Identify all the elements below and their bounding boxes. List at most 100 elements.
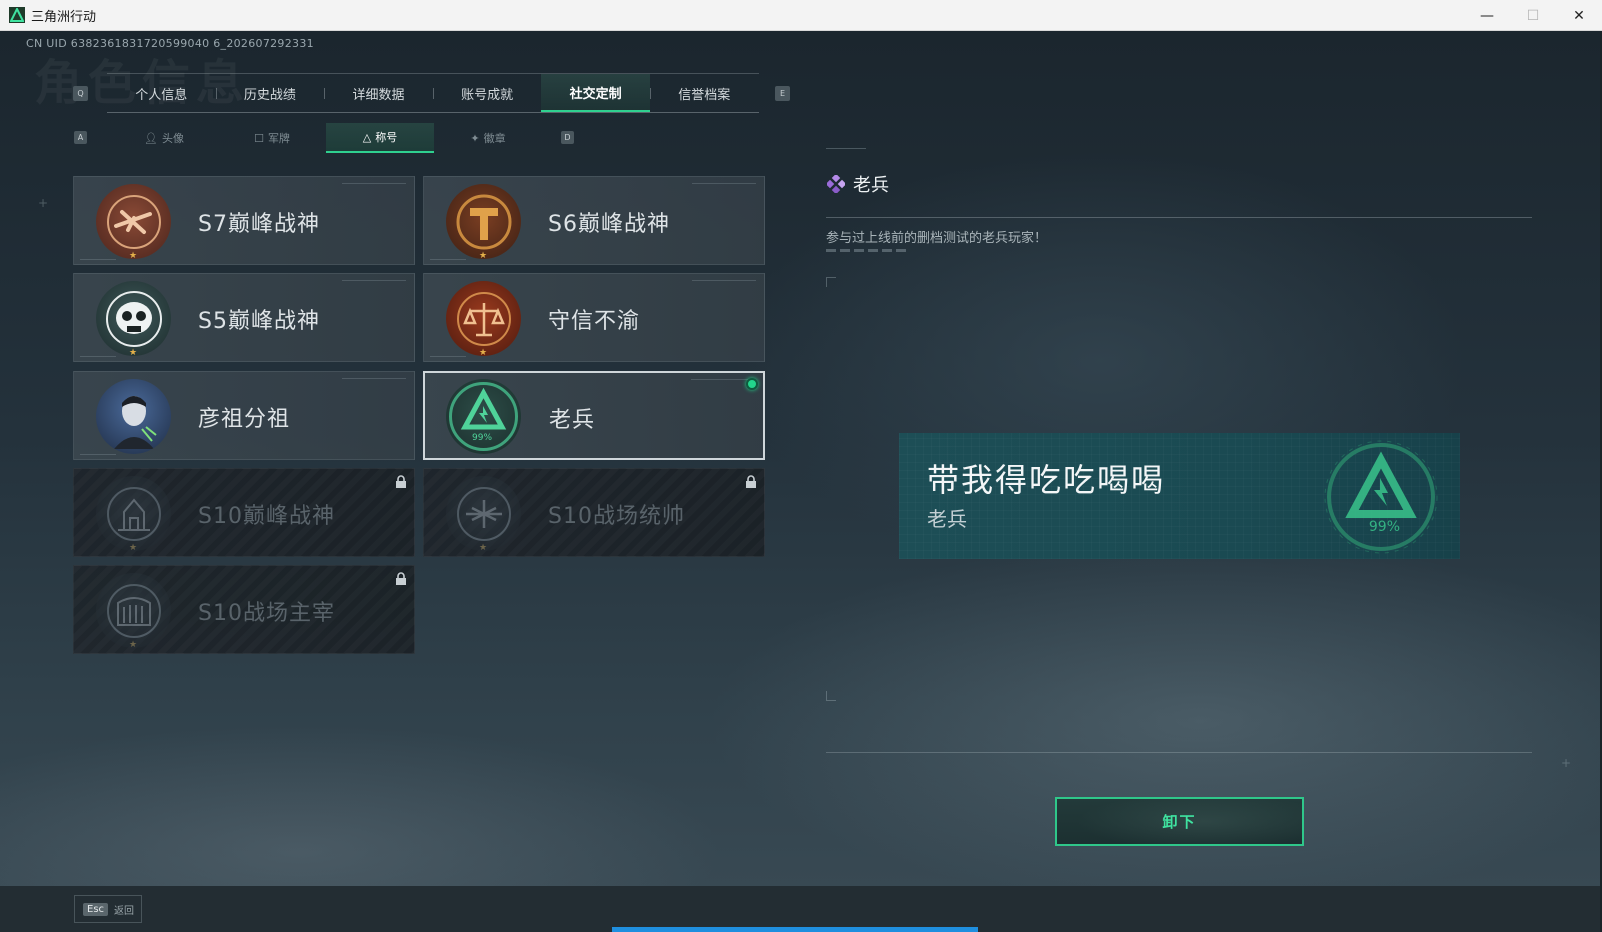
scales-badge-icon xyxy=(446,281,521,356)
subtab-dogtag-label: 军牌 xyxy=(267,132,290,145)
card-decoration xyxy=(342,280,406,286)
minimize-button[interactable]: — xyxy=(1464,0,1510,31)
aircraft-badge-icon xyxy=(446,476,521,551)
detail-divider xyxy=(826,217,1532,218)
next-tab-key-hint[interactable]: E xyxy=(775,86,790,101)
star-icon: ★ xyxy=(479,543,488,553)
footer-bar: Esc 返回 xyxy=(0,886,1602,932)
subtab-badge[interactable]: ✦ 徽章 xyxy=(434,123,542,153)
skull-badge-icon xyxy=(96,281,171,356)
preview-badge-percent: 99% xyxy=(1368,519,1400,535)
preview-title-label: 老兵 xyxy=(927,507,967,531)
app-logo-icon xyxy=(9,7,25,23)
detail-header-decoration xyxy=(826,148,866,151)
game-viewport: 角色信息 CN UID 6382361831720599040 6_202607… xyxy=(0,31,1602,932)
lock-icon xyxy=(396,475,406,488)
window-titlebar: 三角洲行动 — ☐ ✕ xyxy=(0,0,1602,31)
title-card-s6[interactable]: ★ S6巅峰战神 xyxy=(423,176,765,265)
subtab-avatar-label: 头像 xyxy=(161,132,184,145)
plus-marker: + xyxy=(1561,756,1572,770)
star-icon: ★ xyxy=(129,348,138,358)
uid-label: CN UID 6382361831720599040 6_20260729233… xyxy=(26,37,314,50)
subtab-avatar[interactable]: 👤︎ 头像 xyxy=(110,123,218,153)
back-button[interactable]: Esc 返回 xyxy=(74,895,142,923)
badge-icon: ✦ xyxy=(470,131,480,145)
title-card-label: S6巅峰战神 xyxy=(548,211,670,237)
star-icon: ★ xyxy=(129,251,138,261)
subtab-badge-label: 徽章 xyxy=(483,132,506,145)
rarity-gem-icon xyxy=(827,175,845,193)
star-icon: ★ xyxy=(479,251,488,261)
subtab-title[interactable]: △ 称号 xyxy=(326,123,434,153)
tab-reputation[interactable]: 信誉档案 xyxy=(649,74,759,112)
card-decoration xyxy=(430,354,466,357)
frame-corner xyxy=(826,277,836,287)
card-decoration xyxy=(692,183,756,189)
tab-social-customization[interactable]: 社交定制 xyxy=(541,74,650,112)
title-card-yanzu[interactable]: 彦祖分祖 xyxy=(73,371,415,460)
card-decoration xyxy=(342,183,406,189)
star-icon: ★ xyxy=(129,543,138,553)
card-decoration xyxy=(80,452,116,455)
subtab-dogtag[interactable]: ☐ 军牌 xyxy=(218,123,326,153)
maximize-button[interactable]: ☐ xyxy=(1510,0,1556,31)
title-card-s10-dominator[interactable]: ★ S10战场主宰 xyxy=(73,565,415,654)
window-controls: — ☐ ✕ xyxy=(1464,0,1602,31)
portrait-badge-icon xyxy=(96,379,171,454)
prev-subtab-key-hint[interactable]: A xyxy=(74,131,87,144)
title-card-label: S5巅峰战神 xyxy=(198,308,320,334)
window-title: 三角洲行动 xyxy=(31,9,97,25)
detail-title-row: 老兵 xyxy=(827,171,889,197)
title-card-s7[interactable]: ★ S7巅峰战神 xyxy=(73,176,415,265)
prev-tab-key-hint[interactable]: Q xyxy=(73,86,88,101)
title-card-s10-commander[interactable]: ★ S10战场统帅 xyxy=(423,468,765,557)
title-preview-banner: 带我得吃吃喝喝 老兵 99% xyxy=(899,433,1460,559)
star-icon: ★ xyxy=(479,348,488,358)
title-card-honor[interactable]: ★ 守信不渝 xyxy=(423,273,765,362)
plus-marker: + xyxy=(38,196,49,210)
veteran-badge-percent: 99% xyxy=(472,433,493,443)
subtab-title-label: 称号 xyxy=(375,131,398,144)
title-icon: △ xyxy=(362,130,372,144)
title-card-veteran[interactable]: 99% 老兵 xyxy=(423,371,765,460)
tab-achievements[interactable]: 账号成就 xyxy=(432,74,542,112)
title-card-s5[interactable]: ★ S5巅峰战神 xyxy=(73,273,415,362)
user-icon: 👤︎ xyxy=(144,131,158,145)
title-card-s10-peak[interactable]: ★ S10巅峰战神 xyxy=(73,468,415,557)
dogtag-icon: ☐ xyxy=(254,131,264,145)
frame-corner xyxy=(826,691,836,701)
title-card-label: 彦祖分祖 xyxy=(198,406,291,432)
detail-description: 参与过上线前的删档测试的老兵玩家！ xyxy=(826,231,1048,246)
next-subtab-key-hint[interactable]: D xyxy=(561,131,574,144)
tab-match-history[interactable]: 历史战绩 xyxy=(215,74,325,112)
title-card-label: S10巅峰战神 xyxy=(198,503,335,529)
star-icon: ★ xyxy=(129,640,138,650)
back-label: 返回 xyxy=(114,905,135,917)
title-card-label: S10战场主宰 xyxy=(198,600,335,626)
detail-bottom-divider xyxy=(826,752,1532,753)
detail-description-decoration xyxy=(826,249,910,252)
card-decoration xyxy=(80,257,116,260)
close-button[interactable]: ✕ xyxy=(1556,0,1602,31)
loading-bar xyxy=(612,927,978,932)
tab-personal-info[interactable]: 个人信息 xyxy=(107,74,216,112)
title-card-label: 老兵 xyxy=(549,407,596,433)
monument-badge-icon xyxy=(96,476,171,551)
card-decoration xyxy=(430,257,466,260)
card-decoration xyxy=(342,378,406,384)
lock-icon xyxy=(746,475,756,488)
sub-tab-bar: 👤︎ 头像 ☐ 军牌 △ 称号 ✦ 徽章 xyxy=(110,123,542,153)
title-card-label: S10战场统帅 xyxy=(548,503,685,529)
detail-title: 老兵 xyxy=(853,175,889,196)
card-decoration xyxy=(80,354,116,357)
crossbow-badge-icon xyxy=(96,184,171,259)
preview-player-name: 带我得吃吃喝喝 xyxy=(927,461,1166,499)
colosseum-badge-icon xyxy=(96,573,171,648)
unequip-button[interactable]: 卸下 xyxy=(1055,797,1304,846)
main-tab-bar: 个人信息 历史战绩 详细数据 账号成就 社交定制 信誉档案 xyxy=(107,73,759,113)
tab-detailed-data[interactable]: 详细数据 xyxy=(324,74,433,112)
title-card-label: S7巅峰战神 xyxy=(198,211,320,237)
esc-key-hint: Esc xyxy=(83,902,109,916)
lock-icon xyxy=(396,572,406,585)
equipped-indicator xyxy=(746,378,758,390)
